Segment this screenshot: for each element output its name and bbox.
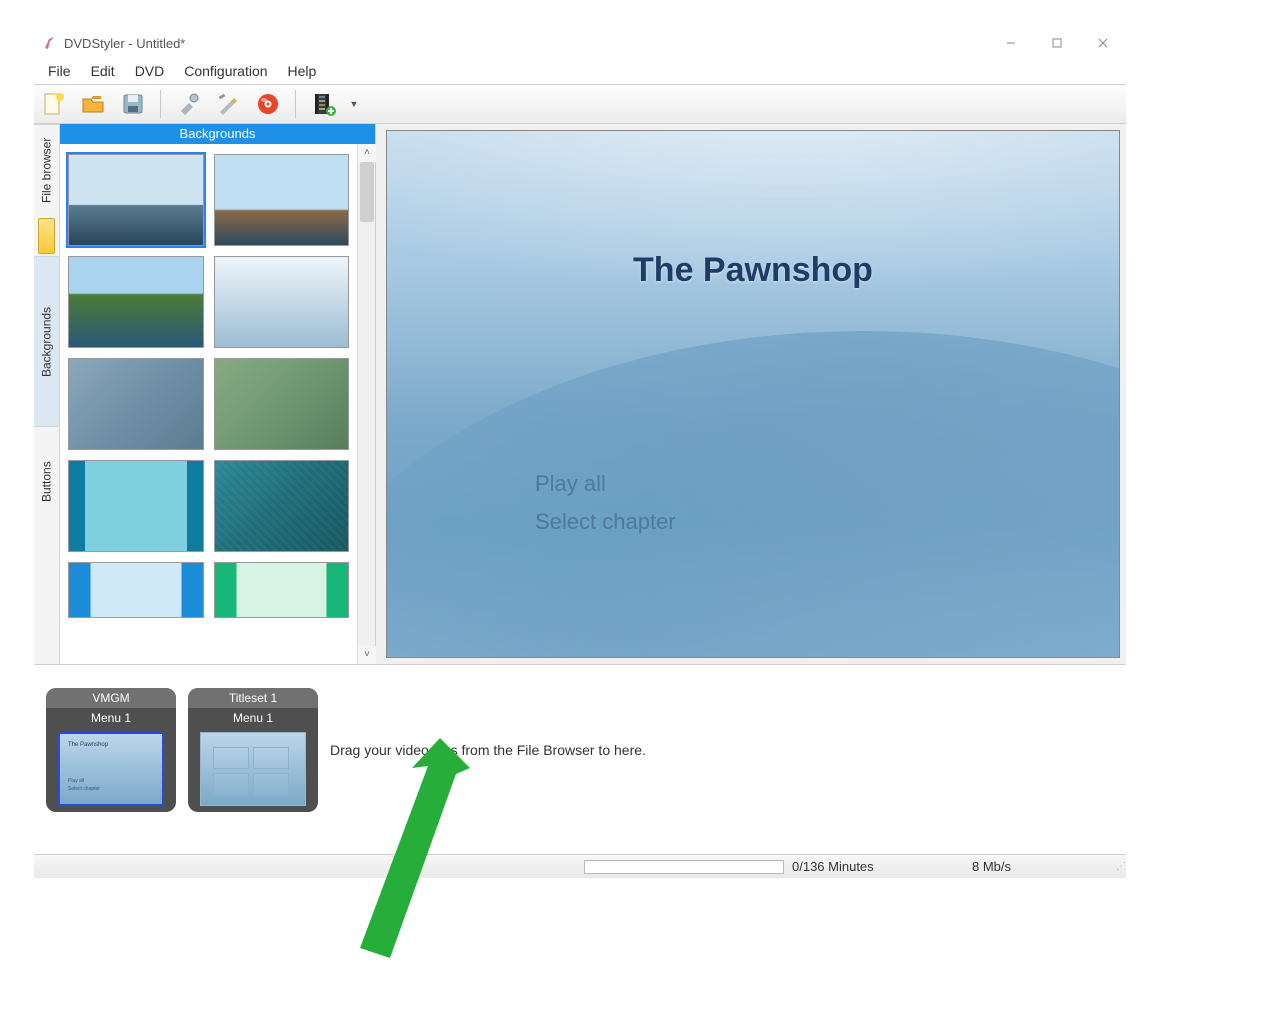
toolbar: ▼: [34, 84, 1126, 124]
background-thumb[interactable]: [68, 460, 204, 552]
backgrounds-scrollbar[interactable]: ˄ ˅: [357, 144, 375, 664]
timeline-menu-label: Menu 1: [188, 708, 318, 728]
minimize-button[interactable]: [988, 28, 1034, 58]
backgrounds-grid: [60, 144, 357, 664]
background-thumb[interactable]: [214, 358, 350, 450]
backgrounds-panel: Backgrounds ˄ ˅: [60, 124, 376, 664]
options-button[interactable]: [213, 89, 243, 119]
timeline-item-vmgm[interactable]: VMGM Menu 1 The Pawnshop Play all Select…: [46, 688, 176, 812]
scroll-down-button[interactable]: ˅: [358, 646, 376, 664]
menu-preview[interactable]: The Pawnshop Play all Select chapter: [386, 130, 1120, 658]
statusbar: 0/136 Minutes 8 Mb/s ⋰: [34, 854, 1126, 878]
timeline-menu-label: Menu 1: [46, 708, 176, 728]
titlebar: DVDStyler - Untitled*: [34, 28, 1126, 58]
background-thumb[interactable]: [68, 154, 204, 246]
menu-edit[interactable]: Edit: [81, 63, 125, 79]
timeline-thumbnail: The Pawnshop Play all Select chapter: [58, 732, 164, 806]
toolbar-separator: [160, 90, 161, 118]
timeline-group-label: VMGM: [46, 688, 176, 708]
timeline[interactable]: VMGM Menu 1 The Pawnshop Play all Select…: [34, 664, 1126, 834]
scroll-thumb[interactable]: [360, 162, 374, 222]
menu-help[interactable]: Help: [278, 63, 327, 79]
resize-grip-icon[interactable]: ⋰: [1116, 861, 1122, 872]
settings-button[interactable]: [173, 89, 203, 119]
panel-header: Backgrounds: [60, 124, 375, 144]
close-button[interactable]: [1080, 28, 1126, 58]
add-title-dropdown[interactable]: ▼: [348, 89, 360, 119]
save-button[interactable]: [118, 89, 148, 119]
background-thumb[interactable]: [214, 562, 350, 618]
status-progress: [584, 860, 784, 874]
app-icon: [42, 35, 58, 51]
menu-file[interactable]: File: [38, 63, 81, 79]
timeline-thumbnail: [200, 732, 306, 806]
menubar: File Edit DVD Configuration Help: [34, 58, 1126, 84]
preview-pane: The Pawnshop Play all Select chapter: [376, 124, 1126, 664]
scroll-up-button[interactable]: ˄: [358, 144, 376, 162]
menu-select-chapter[interactable]: Select chapter: [535, 509, 676, 535]
background-thumb[interactable]: [214, 154, 350, 246]
maximize-button[interactable]: [1034, 28, 1080, 58]
window-title: DVDStyler - Untitled*: [64, 36, 185, 51]
toolbar-separator-2: [295, 90, 296, 118]
menu-title[interactable]: The Pawnshop: [387, 251, 1119, 290]
add-title-button[interactable]: [308, 89, 338, 119]
drag-hint: Drag your video files from the File Brow…: [330, 742, 646, 758]
background-thumb[interactable]: [214, 256, 350, 348]
menu-play-all[interactable]: Play all: [535, 471, 606, 497]
timeline-item-titleset1[interactable]: Titleset 1 Menu 1: [188, 688, 318, 812]
menu-configuration[interactable]: Configuration: [174, 63, 277, 79]
background-thumb[interactable]: [68, 256, 204, 348]
side-tab-backgrounds[interactable]: Backgrounds: [34, 256, 59, 426]
status-time: 0/136 Minutes: [792, 859, 972, 874]
main-area: File browser Backgrounds Buttons Backgro…: [34, 124, 1126, 664]
background-thumb[interactable]: [68, 358, 204, 450]
timeline-group-label: Titleset 1: [188, 688, 318, 708]
status-bitrate: 8 Mb/s: [972, 859, 1092, 874]
side-tab-strip: File browser Backgrounds Buttons: [34, 124, 60, 664]
open-button[interactable]: [78, 89, 108, 119]
background-thumb[interactable]: [68, 562, 204, 618]
folder-icon[interactable]: [38, 218, 55, 254]
side-tab-buttons[interactable]: Buttons: [34, 426, 59, 536]
menu-dvd[interactable]: DVD: [125, 63, 175, 79]
background-thumb[interactable]: [214, 460, 350, 552]
new-button[interactable]: [38, 89, 68, 119]
app-window: DVDStyler - Untitled* File Edit DVD Conf…: [34, 28, 1126, 878]
burn-button[interactable]: [253, 89, 283, 119]
side-tab-file-browser[interactable]: File browser: [34, 124, 59, 216]
